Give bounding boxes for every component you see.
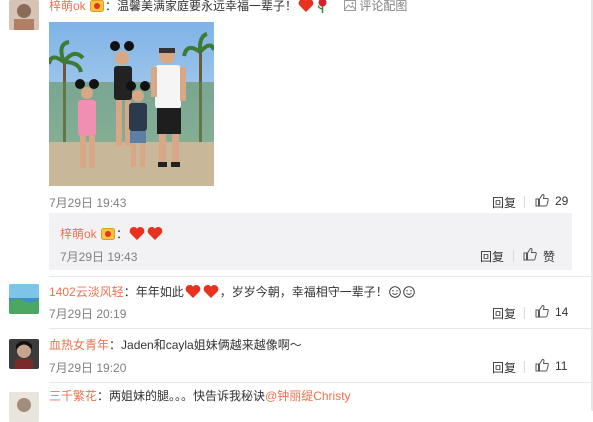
action-separator (524, 307, 525, 319)
reply-time: 7月29日 19:43 (60, 250, 138, 264)
thumbs-up-icon[interactable] (535, 358, 549, 372)
thumbs-up-icon[interactable] (535, 304, 549, 318)
mention-link[interactable]: @钟丽缇Christy (265, 389, 351, 403)
avatar[interactable] (9, 0, 39, 30)
action-separator (513, 250, 514, 262)
heart-icon (298, 0, 314, 12)
reply-button[interactable]: 回复 (492, 359, 516, 376)
comment-image-link[interactable]: 评论配图 (344, 0, 407, 14)
vip-badge-icon (90, 0, 105, 12)
action-separator (524, 361, 525, 373)
like-count[interactable]: 14 (555, 305, 568, 319)
comment-username[interactable]: 1402云淡风轻 (49, 285, 124, 299)
comment-text: ：两姐妹的腿。。。快告诉我秘诀 (97, 389, 266, 403)
comment-divider (49, 328, 591, 329)
reply-container: 梓萌ok ： 7月29日 19:43 回复 赞 (49, 213, 572, 270)
thumbs-up-icon[interactable] (523, 247, 537, 261)
thumbs-up-icon[interactable] (535, 193, 549, 207)
like-button-label[interactable]: 赞 (543, 248, 555, 265)
avatar[interactable] (9, 339, 39, 369)
heart-icon (129, 226, 145, 240)
action-separator (524, 196, 525, 208)
rose-icon (317, 0, 327, 13)
like-count[interactable]: 29 (555, 194, 568, 208)
comment-username[interactable]: 血热女青年 (49, 338, 109, 352)
avatar[interactable] (9, 392, 39, 422)
reply-button[interactable]: 回复 (480, 248, 504, 265)
comment-text: ：温馨美满家庭要永远幸福一辈子！ (105, 0, 298, 13)
vip-badge-icon (101, 228, 116, 240)
like-count[interactable]: 11 (555, 359, 567, 373)
comment-time: 7月29日 19:43 (49, 196, 127, 210)
smile-icon (402, 286, 415, 298)
heart-icon (203, 284, 219, 298)
avatar[interactable] (9, 284, 39, 314)
comment-text-continued: ，岁岁今朝，幸福相守一辈子！ (219, 285, 388, 299)
image-link-label[interactable]: 评论配图 (359, 0, 407, 13)
comment-time: 7月29日 20:19 (49, 307, 127, 321)
comment-divider (49, 276, 591, 277)
comment-time: 7月29日 19:20 (49, 361, 127, 375)
image-icon (344, 0, 356, 11)
reply-button[interactable]: 回复 (492, 194, 516, 211)
heart-icon (147, 226, 163, 240)
comment-divider (49, 382, 591, 383)
smile-icon (388, 286, 401, 298)
reply-button[interactable]: 回复 (492, 305, 516, 322)
reply-username[interactable]: 梓萌ok (60, 227, 97, 241)
comment-photo[interactable] (49, 22, 214, 186)
reply-text: ： (116, 227, 129, 241)
comment-username[interactable]: 三千繁花 (49, 389, 97, 403)
comment-text: ：Jaden和cayla姐妹俩越来越像啊～ (109, 338, 302, 352)
comment-text: ：年年如此 (123, 285, 184, 299)
comment-username[interactable]: 梓萌ok (49, 0, 86, 13)
heart-icon (185, 284, 201, 298)
